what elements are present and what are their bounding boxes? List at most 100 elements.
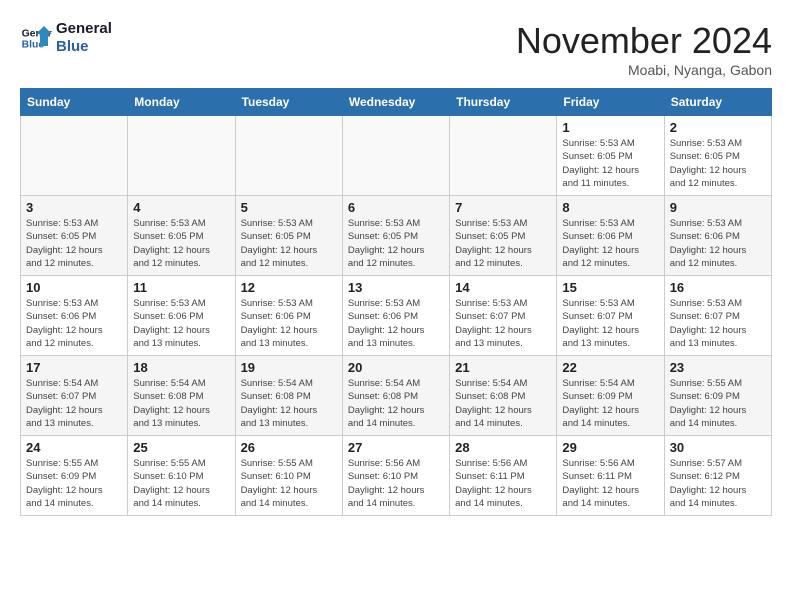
day-info: Sunrise: 5:55 AM Sunset: 6:09 PM Dayligh… — [26, 457, 122, 510]
day-info: Sunrise: 5:56 AM Sunset: 6:10 PM Dayligh… — [348, 457, 444, 510]
day-info: Sunrise: 5:53 AM Sunset: 6:05 PM Dayligh… — [348, 217, 444, 270]
day-info: Sunrise: 5:53 AM Sunset: 6:05 PM Dayligh… — [26, 217, 122, 270]
weekday-header: Wednesday — [342, 89, 449, 116]
day-info: Sunrise: 5:54 AM Sunset: 6:08 PM Dayligh… — [455, 377, 551, 430]
day-info: Sunrise: 5:55 AM Sunset: 6:10 PM Dayligh… — [241, 457, 337, 510]
weekday-header: Thursday — [450, 89, 557, 116]
day-info: Sunrise: 5:53 AM Sunset: 6:06 PM Dayligh… — [670, 217, 766, 270]
day-number: 21 — [455, 360, 551, 375]
calendar-cell: 21 Sunrise: 5:54 AM Sunset: 6:08 PM Dayli… — [450, 356, 557, 436]
day-info: Sunrise: 5:54 AM Sunset: 6:08 PM Dayligh… — [133, 377, 229, 430]
day-info: Sunrise: 5:53 AM Sunset: 6:05 PM Dayligh… — [562, 137, 658, 190]
day-number: 13 — [348, 280, 444, 295]
day-info: Sunrise: 5:53 AM Sunset: 6:06 PM Dayligh… — [348, 297, 444, 350]
day-number: 25 — [133, 440, 229, 455]
calendar-cell: 6 Sunrise: 5:53 AM Sunset: 6:05 PM Daylig… — [342, 196, 449, 276]
day-info: Sunrise: 5:53 AM Sunset: 6:07 PM Dayligh… — [562, 297, 658, 350]
calendar-cell: 30Sunrise: 5:57 AM Sunset: 6:12 PM Dayli… — [664, 436, 771, 516]
calendar-cell: 15 Sunrise: 5:53 AM Sunset: 6:07 PM Dayli… — [557, 276, 664, 356]
calendar-week-row: 3 Sunrise: 5:53 AM Sunset: 6:05 PM Daylig… — [21, 196, 772, 276]
calendar-header-row: SundayMondayTuesdayWednesdayThursdayFrid… — [21, 89, 772, 116]
calendar-cell: 16Sunrise: 5:53 AM Sunset: 6:07 PM Dayli… — [664, 276, 771, 356]
logo: General Blue General Blue — [20, 20, 112, 56]
location: Moabi, Nyanga, Gabon — [516, 62, 772, 78]
day-number: 26 — [241, 440, 337, 455]
day-info: Sunrise: 5:56 AM Sunset: 6:11 PM Dayligh… — [455, 457, 551, 510]
day-number: 4 — [133, 200, 229, 215]
day-number: 29 — [562, 440, 658, 455]
calendar-cell: 8 Sunrise: 5:53 AM Sunset: 6:06 PM Daylig… — [557, 196, 664, 276]
calendar-cell: 26 Sunrise: 5:55 AM Sunset: 6:10 PM Dayli… — [235, 436, 342, 516]
calendar-week-row: 17 Sunrise: 5:54 AM Sunset: 6:07 PM Dayli… — [21, 356, 772, 436]
calendar-table: SundayMondayTuesdayWednesdayThursdayFrid… — [20, 88, 772, 516]
day-info: Sunrise: 5:55 AM Sunset: 6:10 PM Dayligh… — [133, 457, 229, 510]
day-number: 9 — [670, 200, 766, 215]
day-number: 19 — [241, 360, 337, 375]
title-block: November 2024 Moabi, Nyanga, Gabon — [516, 20, 772, 78]
day-number: 17 — [26, 360, 122, 375]
calendar-cell — [21, 116, 128, 196]
day-number: 12 — [241, 280, 337, 295]
day-number: 3 — [26, 200, 122, 215]
day-info: Sunrise: 5:57 AM Sunset: 6:12 PM Dayligh… — [670, 457, 766, 510]
calendar-cell: 10 Sunrise: 5:53 AM Sunset: 6:06 PM Dayli… — [21, 276, 128, 356]
calendar-cell: 11Sunrise: 5:53 AM Sunset: 6:06 PM Dayli… — [128, 276, 235, 356]
day-info: Sunrise: 5:55 AM Sunset: 6:09 PM Dayligh… — [670, 377, 766, 430]
day-number: 2 — [670, 120, 766, 135]
day-info: Sunrise: 5:54 AM Sunset: 6:08 PM Dayligh… — [348, 377, 444, 430]
calendar-cell: 13 Sunrise: 5:53 AM Sunset: 6:06 PM Dayli… — [342, 276, 449, 356]
calendar-cell — [342, 116, 449, 196]
calendar-cell — [450, 116, 557, 196]
calendar-cell: 17 Sunrise: 5:54 AM Sunset: 6:07 PM Dayli… — [21, 356, 128, 436]
calendar-cell: 9 Sunrise: 5:53 AM Sunset: 6:06 PM Daylig… — [664, 196, 771, 276]
calendar-cell: 28 Sunrise: 5:56 AM Sunset: 6:11 PM Dayli… — [450, 436, 557, 516]
day-number: 15 — [562, 280, 658, 295]
weekday-header: Friday — [557, 89, 664, 116]
calendar-week-row: 24 Sunrise: 5:55 AM Sunset: 6:09 PM Dayli… — [21, 436, 772, 516]
day-number: 28 — [455, 440, 551, 455]
day-info: Sunrise: 5:53 AM Sunset: 6:06 PM Dayligh… — [26, 297, 122, 350]
weekday-header: Tuesday — [235, 89, 342, 116]
calendar-cell: 7 Sunrise: 5:53 AM Sunset: 6:05 PM Daylig… — [450, 196, 557, 276]
calendar-cell: 14 Sunrise: 5:53 AM Sunset: 6:07 PM Dayli… — [450, 276, 557, 356]
day-number: 1 — [562, 120, 658, 135]
calendar-cell: 19Sunrise: 5:54 AM Sunset: 6:08 PM Dayli… — [235, 356, 342, 436]
day-info: Sunrise: 5:53 AM Sunset: 6:05 PM Dayligh… — [670, 137, 766, 190]
logo-general: General — [56, 20, 112, 38]
calendar-cell: 23 Sunrise: 5:55 AM Sunset: 6:09 PM Dayli… — [664, 356, 771, 436]
calendar-cell: 3 Sunrise: 5:53 AM Sunset: 6:05 PM Daylig… — [21, 196, 128, 276]
calendar-cell: 29 Sunrise: 5:56 AM Sunset: 6:11 PM Dayli… — [557, 436, 664, 516]
calendar-week-row: 1 Sunrise: 5:53 AM Sunset: 6:05 PM Daylig… — [21, 116, 772, 196]
day-info: Sunrise: 5:54 AM Sunset: 6:09 PM Dayligh… — [562, 377, 658, 430]
day-number: 14 — [455, 280, 551, 295]
day-info: Sunrise: 5:53 AM Sunset: 6:07 PM Dayligh… — [455, 297, 551, 350]
day-info: Sunrise: 5:56 AM Sunset: 6:11 PM Dayligh… — [562, 457, 658, 510]
logo-blue: Blue — [56, 38, 112, 56]
day-info: Sunrise: 5:53 AM Sunset: 6:05 PM Dayligh… — [241, 217, 337, 270]
day-number: 6 — [348, 200, 444, 215]
day-number: 27 — [348, 440, 444, 455]
day-info: Sunrise: 5:54 AM Sunset: 6:07 PM Dayligh… — [26, 377, 122, 430]
weekday-header: Monday — [128, 89, 235, 116]
calendar-cell: 25 Sunrise: 5:55 AM Sunset: 6:10 PM Dayli… — [128, 436, 235, 516]
calendar-cell: 20Sunrise: 5:54 AM Sunset: 6:08 PM Dayli… — [342, 356, 449, 436]
day-number: 24 — [26, 440, 122, 455]
day-number: 7 — [455, 200, 551, 215]
day-info: Sunrise: 5:53 AM Sunset: 6:05 PM Dayligh… — [133, 217, 229, 270]
calendar-cell: 4 Sunrise: 5:53 AM Sunset: 6:05 PM Daylig… — [128, 196, 235, 276]
month-title: November 2024 — [516, 20, 772, 62]
calendar-cell: 22Sunrise: 5:54 AM Sunset: 6:09 PM Dayli… — [557, 356, 664, 436]
day-number: 23 — [670, 360, 766, 375]
calendar-cell: 12Sunrise: 5:53 AM Sunset: 6:06 PM Dayli… — [235, 276, 342, 356]
day-number: 8 — [562, 200, 658, 215]
logo-icon: General Blue — [20, 22, 52, 54]
day-number: 18 — [133, 360, 229, 375]
day-info: Sunrise: 5:53 AM Sunset: 6:06 PM Dayligh… — [562, 217, 658, 270]
day-info: Sunrise: 5:53 AM Sunset: 6:07 PM Dayligh… — [670, 297, 766, 350]
weekday-header: Saturday — [664, 89, 771, 116]
day-number: 5 — [241, 200, 337, 215]
day-info: Sunrise: 5:53 AM Sunset: 6:05 PM Dayligh… — [455, 217, 551, 270]
day-number: 10 — [26, 280, 122, 295]
calendar-week-row: 10 Sunrise: 5:53 AM Sunset: 6:06 PM Dayli… — [21, 276, 772, 356]
calendar-cell: 1 Sunrise: 5:53 AM Sunset: 6:05 PM Daylig… — [557, 116, 664, 196]
